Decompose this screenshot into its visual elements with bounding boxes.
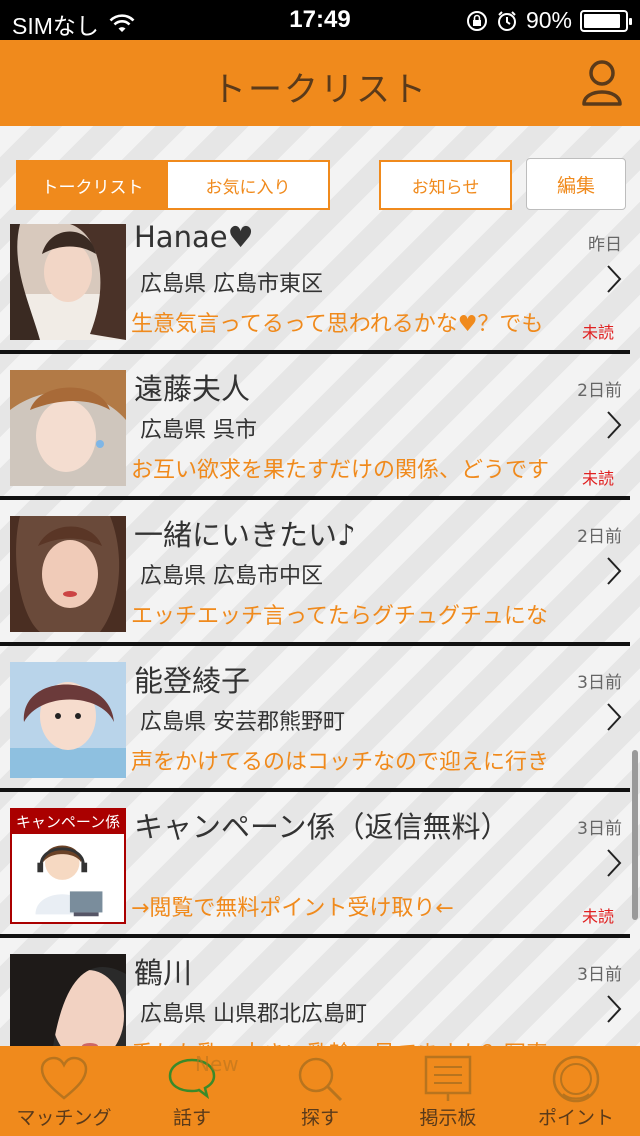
message-time: 3日前 bbox=[577, 673, 622, 693]
unread-badge: 未読 bbox=[581, 323, 614, 342]
contact-location: 広島県 山県郡北広島町 bbox=[140, 1002, 367, 1027]
profile-icon[interactable] bbox=[580, 58, 624, 108]
tab-points[interactable]: ポイント bbox=[512, 1046, 640, 1136]
avatar: キャンペーン係 bbox=[10, 808, 126, 924]
battery-level bbox=[584, 13, 620, 28]
conversation-list: Hanae♥ 昨日 広島県 広島市東区 生意気言ってるって思われるかな♥？でも … bbox=[0, 218, 630, 1046]
avatar bbox=[10, 662, 126, 778]
message-preview: 声をかけてるのはコッチなので迎えに行き bbox=[131, 750, 550, 775]
page-title: トークリスト bbox=[212, 70, 428, 110]
avatar bbox=[10, 224, 126, 340]
chevron-right-icon bbox=[607, 411, 622, 439]
campaign-badge: キャンペーン係 bbox=[12, 810, 124, 834]
status-bar: SIMなし 17:49 90% bbox=[0, 0, 640, 40]
message-preview: エッチエッチ言ってたらグチュグチュにな bbox=[131, 604, 548, 629]
message-preview: お互い欲求を果たすだけの関係、どうです bbox=[131, 458, 550, 483]
list-item[interactable]: Hanae♥ 昨日 広島県 広島市東区 生意気言ってるって思われるかな♥？でも … bbox=[0, 218, 630, 354]
board-icon bbox=[424, 1055, 472, 1101]
tab-board[interactable]: 掲示板 bbox=[384, 1046, 512, 1136]
message-time: 3日前 bbox=[577, 819, 622, 839]
tab-matching[interactable]: マッチング bbox=[0, 1046, 128, 1136]
message-time: 3日前 bbox=[577, 965, 622, 985]
edit-button[interactable]: 編集 bbox=[526, 158, 626, 210]
header-bar: トークリスト bbox=[0, 40, 640, 126]
content-area: トークリスト お気に入り お知らせ 編集 Hanae♥ 昨日 広島県 広島市東区… bbox=[0, 126, 640, 1046]
list-item[interactable]: 遠藤夫人 2日前 広島県 呉市 お互い欲求を果たすだけの関係、どうです 未読 bbox=[0, 354, 630, 500]
tab-talk-list[interactable]: トークリスト bbox=[16, 160, 167, 210]
notice-button[interactable]: お知らせ bbox=[379, 160, 512, 210]
contact-name: 能登綾子 bbox=[134, 664, 251, 698]
contact-location: 広島県 広島市東区 bbox=[140, 272, 323, 297]
message-time: 2日前 bbox=[577, 527, 622, 547]
avatar bbox=[10, 954, 126, 1046]
message-preview: 垂れた乳、大きい乳輪、見てますか？写真 bbox=[131, 1036, 576, 1046]
message-time: 昨日 bbox=[588, 235, 622, 255]
contact-location: 広島県 呉市 bbox=[140, 418, 257, 443]
chevron-right-icon bbox=[607, 265, 622, 293]
unread-badge: 未読 bbox=[581, 907, 614, 926]
list-item[interactable]: 鶴川 3日前 広島県 山県郡北広島町 垂れた乳、大きい乳輪、見てますか？写真 bbox=[0, 938, 630, 1046]
message-preview: 生意気言ってるって思われるかな♥？でも bbox=[131, 312, 544, 337]
list-item[interactable]: キャンペーン係 キャンペーン係（返信無料） 3日前 →閲覧で無料ポイント受け取り… bbox=[0, 792, 630, 938]
tab-row: トークリスト お気に入り お知らせ 編集 bbox=[16, 158, 626, 212]
contact-location: 広島県 安芸郡熊野町 bbox=[140, 710, 345, 735]
avatar bbox=[10, 516, 126, 632]
tab-label: ポイント bbox=[537, 1107, 614, 1129]
list-item[interactable]: 能登綾子 3日前 広島県 安芸郡熊野町 声をかけてるのはコッチなので迎えに行き bbox=[0, 646, 630, 792]
chevron-right-icon bbox=[607, 703, 622, 731]
bottom-tab-bar: マッチング 話す 探す 掲示板 ポイント bbox=[0, 1046, 640, 1136]
tab-search[interactable]: 探す bbox=[256, 1046, 384, 1136]
avatar bbox=[10, 370, 126, 486]
alarm-icon bbox=[497, 10, 516, 31]
contact-name: Hanae♥ bbox=[134, 220, 254, 254]
tab-label: 掲示板 bbox=[419, 1107, 477, 1129]
message-time: 2日前 bbox=[577, 381, 622, 401]
scrollbar[interactable] bbox=[632, 750, 638, 920]
operator-icon bbox=[35, 845, 103, 917]
contact-location: 広島県 広島市中区 bbox=[140, 564, 323, 589]
coin-icon bbox=[552, 1055, 600, 1103]
message-preview: →閲覧で無料ポイント受け取り← bbox=[131, 896, 454, 921]
new-badge: New bbox=[195, 1052, 239, 1076]
tab-label: 話す bbox=[172, 1107, 211, 1129]
contact-name: 鶴川 bbox=[134, 956, 193, 990]
campaign-avatar: キャンペーン係 bbox=[10, 808, 126, 924]
chevron-right-icon bbox=[607, 557, 622, 585]
rotation-lock-icon bbox=[466, 10, 487, 31]
unread-badge: 未読 bbox=[581, 469, 614, 488]
tab-label: 探す bbox=[300, 1107, 339, 1129]
tab-favorites[interactable]: お気に入り bbox=[166, 160, 330, 210]
battery-percent: 90% bbox=[525, 7, 572, 33]
contact-name: 遠藤夫人 bbox=[134, 372, 251, 406]
tab-label: マッチング bbox=[16, 1107, 112, 1129]
search-icon bbox=[298, 1057, 343, 1102]
battery-icon bbox=[580, 9, 632, 32]
heart-icon bbox=[40, 1056, 88, 1100]
contact-name: キャンペーン係（返信無料） bbox=[134, 810, 510, 844]
contact-name: 一緒にいきたい♪ bbox=[134, 518, 356, 552]
chevron-right-icon bbox=[607, 995, 622, 1023]
list-item[interactable]: 一緒にいきたい♪ 2日前 広島県 広島市中区 エッチエッチ言ってたらグチュグチュ… bbox=[0, 500, 630, 646]
chevron-right-icon bbox=[607, 849, 622, 877]
